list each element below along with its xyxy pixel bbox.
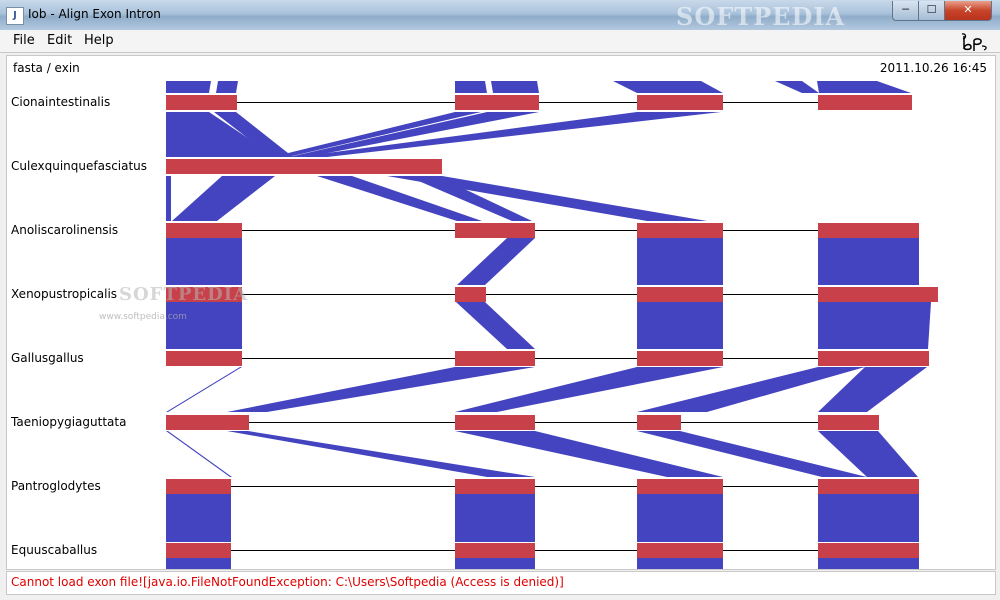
bp-logo-icon bbox=[961, 33, 987, 51]
alignment-band bbox=[455, 494, 535, 542]
info-bar: fasta / exin 2011.10.26 16:45 bbox=[6, 55, 996, 80]
close-button[interactable]: ✕ bbox=[944, 1, 992, 21]
exon-box bbox=[166, 415, 249, 430]
exon-box bbox=[455, 351, 535, 366]
exon-box bbox=[818, 479, 919, 494]
exon-box bbox=[818, 543, 919, 558]
title-bar[interactable]: J Iob - Align Exon Intron SOFTPEDIA ─ ☐ … bbox=[0, 0, 1000, 31]
alignment-band bbox=[491, 81, 539, 93]
alignment-band bbox=[166, 238, 242, 285]
exon-box bbox=[637, 223, 723, 238]
softpedia-url-watermark: www.softpedia.com bbox=[99, 312, 187, 322]
alignment-band bbox=[457, 238, 535, 285]
species-label[interactable]: Pantroglodytes bbox=[11, 479, 101, 493]
alignment-band bbox=[456, 302, 535, 349]
alignment-band bbox=[818, 238, 919, 285]
exon-box bbox=[818, 223, 919, 238]
exon-box bbox=[166, 543, 231, 558]
alignment-band bbox=[166, 81, 211, 93]
species-label[interactable]: Culexquinquefasciatus bbox=[11, 159, 147, 173]
softpedia-watermark: SOFTPEDIA bbox=[676, 2, 846, 31]
alignment-band bbox=[172, 176, 275, 221]
alignment-band bbox=[166, 302, 242, 349]
species-label[interactable]: Xenopustropicalis bbox=[11, 287, 117, 301]
exon-box bbox=[455, 479, 535, 494]
alignment-band bbox=[455, 81, 487, 93]
alignment-band bbox=[637, 558, 723, 569]
exon-box bbox=[166, 223, 242, 238]
alignment-band bbox=[455, 558, 535, 569]
alignment-band bbox=[818, 558, 919, 569]
species-label[interactable]: Anoliscarolinensis bbox=[11, 223, 118, 237]
exon-box bbox=[818, 415, 879, 430]
status-bar: Cannot load exon file![java.io.FileNotFo… bbox=[6, 571, 996, 595]
menu-file[interactable]: File bbox=[13, 33, 35, 48]
exon-box bbox=[818, 287, 938, 302]
alignment-band bbox=[297, 112, 721, 157]
maximize-button[interactable]: ☐ bbox=[918, 1, 945, 21]
exon-box bbox=[166, 479, 231, 494]
menu-edit[interactable]: Edit bbox=[47, 33, 72, 48]
alignment-bands bbox=[166, 81, 931, 569]
exon-box bbox=[637, 287, 723, 302]
exon-box bbox=[455, 287, 486, 302]
alignment-band bbox=[166, 367, 242, 412]
error-message: Cannot load exon file![java.io.FileNotFo… bbox=[11, 575, 564, 589]
alignment-band bbox=[216, 81, 238, 93]
app-window: J Iob - Align Exon Intron SOFTPEDIA ─ ☐ … bbox=[0, 0, 1000, 600]
alignment-band bbox=[166, 176, 171, 221]
alignment-band bbox=[637, 494, 723, 542]
alignment-band bbox=[637, 238, 723, 285]
alignment-band bbox=[166, 494, 231, 542]
alignment-graphic bbox=[166, 81, 938, 569]
menu-bar: File Edit Help bbox=[0, 30, 1000, 53]
species-label[interactable]: Taeniopygiaguttata bbox=[11, 415, 126, 429]
exon-box bbox=[455, 223, 535, 238]
alignment-band bbox=[818, 494, 919, 542]
species-label[interactable]: Cionaintestinalis bbox=[11, 95, 110, 109]
alignment-band bbox=[818, 302, 931, 349]
alignment-band bbox=[613, 81, 723, 93]
timestamp-label: 2011.10.26 16:45 bbox=[879, 61, 987, 75]
exon-box bbox=[455, 543, 535, 558]
exon-box bbox=[455, 95, 539, 110]
exon-box bbox=[818, 351, 929, 366]
exon-box bbox=[166, 159, 442, 174]
species-label[interactable]: Gallusgallus bbox=[11, 351, 84, 365]
minimize-button[interactable]: ─ bbox=[892, 1, 919, 21]
alignment-canvas[interactable]: Cionaintestinalis Culexquinquefasciatus … bbox=[6, 79, 996, 570]
alignment-band bbox=[775, 81, 819, 93]
exon-box bbox=[637, 479, 723, 494]
exon-box bbox=[818, 95, 912, 110]
exon-box bbox=[455, 415, 535, 430]
alignment-band bbox=[817, 81, 911, 93]
alignment-band bbox=[637, 302, 723, 349]
exon-box bbox=[166, 95, 237, 110]
alignment-band bbox=[166, 431, 232, 477]
softpedia-watermark: SOFTPEDIA bbox=[119, 284, 249, 305]
exon-box bbox=[637, 95, 723, 110]
exon-box bbox=[637, 543, 723, 558]
exon-box bbox=[166, 351, 242, 366]
exon-box bbox=[637, 351, 723, 366]
alignment-band bbox=[166, 558, 231, 569]
file-path-label: fasta / exin bbox=[13, 61, 80, 75]
exon-box bbox=[637, 415, 681, 430]
species-label[interactable]: Equuscaballus bbox=[11, 543, 97, 557]
window-title: Iob - Align Exon Intron bbox=[28, 7, 161, 21]
java-icon: J bbox=[6, 7, 24, 25]
menu-help[interactable]: Help bbox=[84, 33, 114, 48]
